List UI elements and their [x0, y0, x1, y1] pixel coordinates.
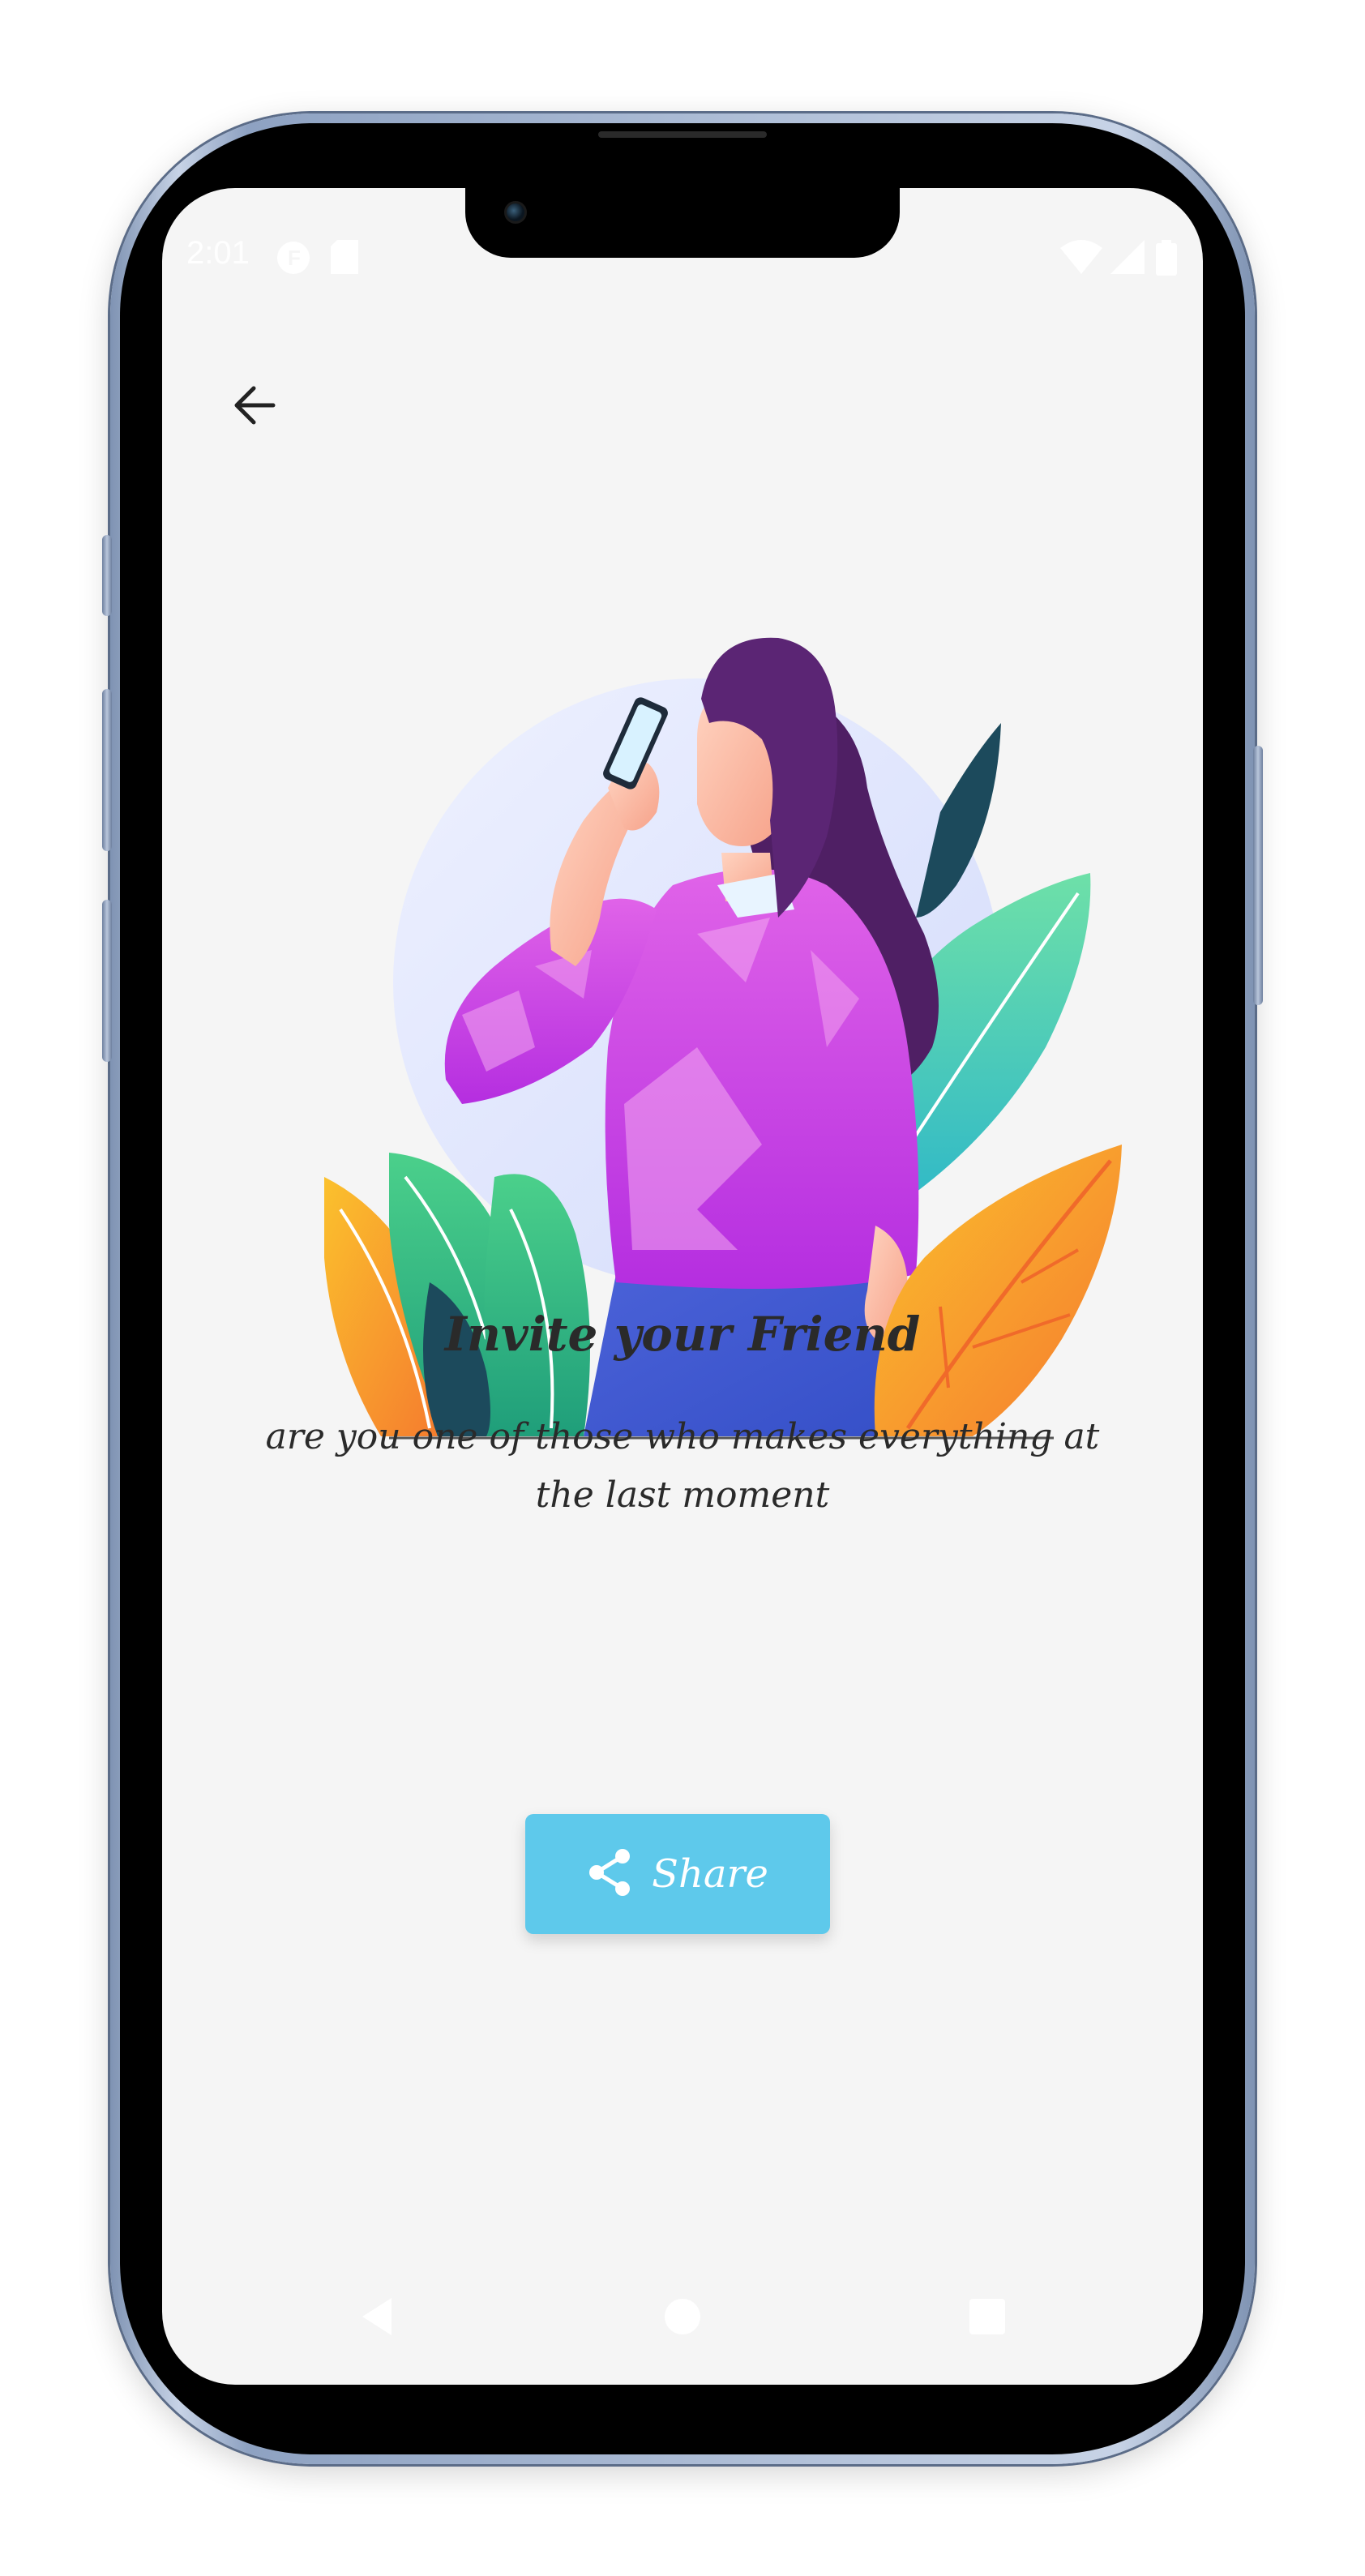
- wifi-icon: [1060, 240, 1102, 281]
- phone-side-button-mute: [102, 535, 112, 616]
- square-recents-icon: [968, 2297, 1007, 2339]
- share-icon: [587, 1848, 632, 1900]
- nav-recents-button[interactable]: [963, 2294, 1012, 2343]
- phone-side-button-power: [1253, 746, 1263, 1005]
- nav-back-button[interactable]: [353, 2294, 401, 2343]
- battery-icon: [1156, 240, 1177, 283]
- notification-f-icon: F: [276, 240, 311, 283]
- app-screen: 2:01 F Invite your Friend are you one of…: [162, 188, 1203, 2385]
- phone-side-button-volume-down: [102, 900, 112, 1062]
- page-subtitle: are you one of those who makes everythin…: [265, 1416, 1100, 1516]
- front-camera-icon: [504, 201, 527, 224]
- android-navigation-bar: [162, 2284, 1203, 2349]
- sd-card-icon: [331, 240, 358, 281]
- arrow-left-icon: [231, 382, 278, 432]
- status-time: 2:01: [186, 235, 250, 271]
- cell-signal-icon: [1110, 240, 1145, 281]
- earpiece-speaker: [598, 131, 767, 138]
- svg-text:F: F: [288, 246, 301, 270]
- nav-home-button[interactable]: [658, 2294, 707, 2343]
- share-button-label: Share: [652, 1851, 768, 1897]
- page-title: Invite your Friend: [444, 1307, 921, 1362]
- share-button[interactable]: Share: [525, 1814, 830, 1934]
- woman-on-phone-illustration: [243, 431, 1122, 1453]
- phone-side-button-volume-up: [102, 689, 112, 851]
- phone-notch: [465, 188, 900, 258]
- triangle-back-icon: [359, 2296, 395, 2340]
- circle-home-icon: [662, 2296, 703, 2340]
